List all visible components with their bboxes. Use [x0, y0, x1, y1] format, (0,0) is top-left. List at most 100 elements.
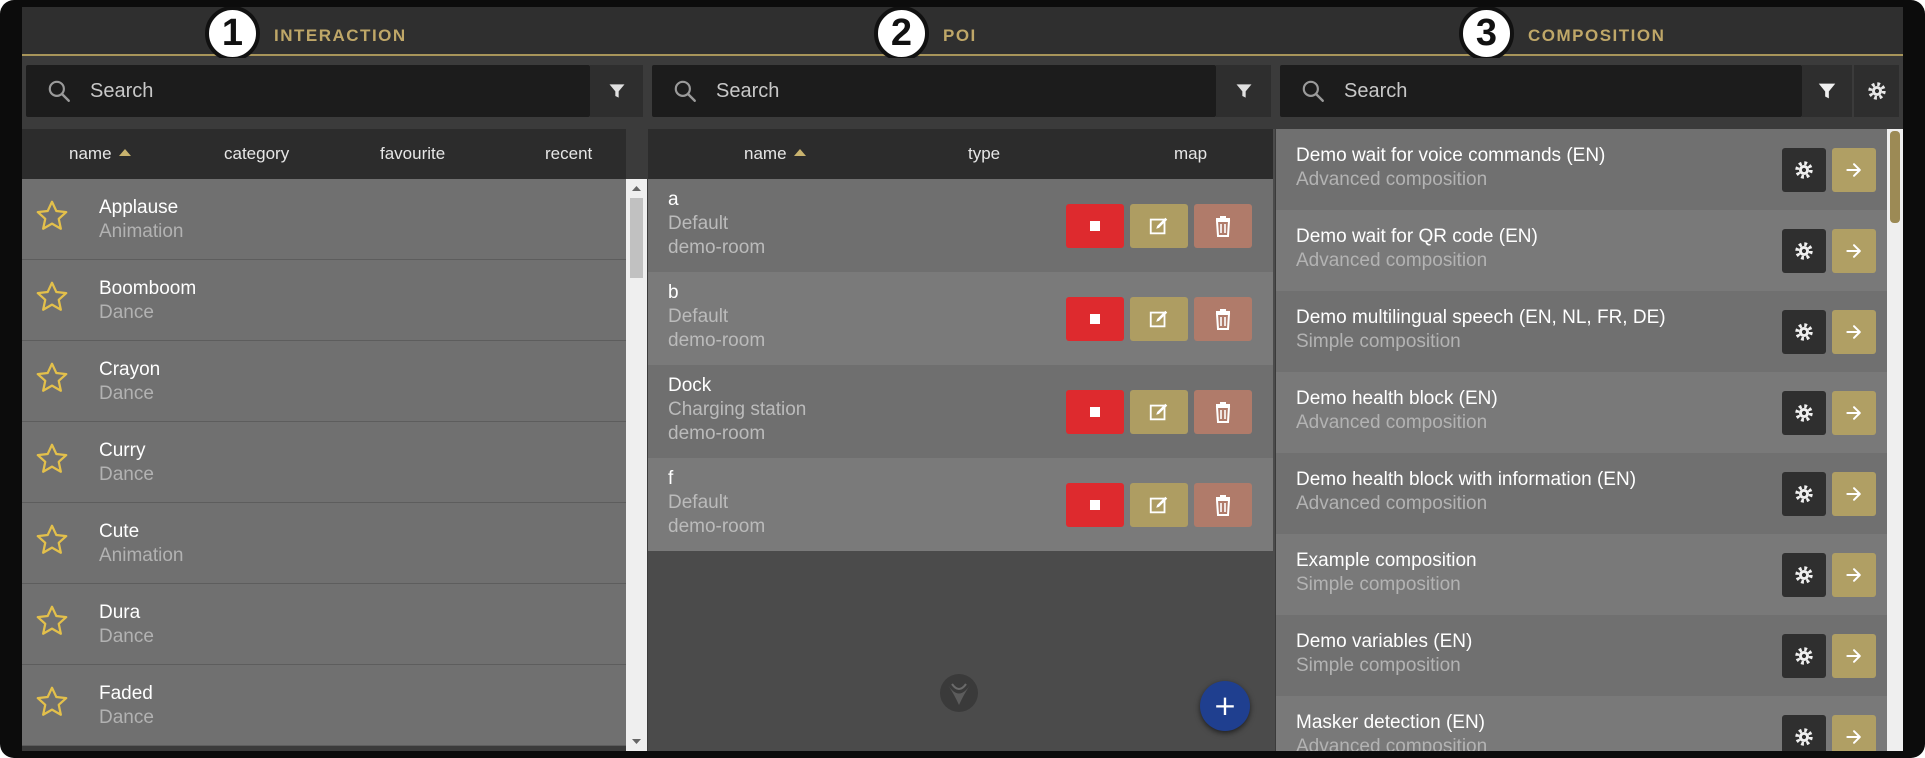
- composition-settings-button[interactable]: [1782, 229, 1826, 273]
- list-item[interactable]: Demo multilingual speech (EN, NL, FR, DE…: [1276, 291, 1887, 372]
- item-category: Dance: [99, 302, 154, 323]
- favourite-star-icon[interactable]: [34, 441, 70, 477]
- gear-icon: [1795, 242, 1813, 260]
- favourite-star-icon[interactable]: [34, 198, 70, 234]
- column-name[interactable]: name: [744, 144, 806, 164]
- app-logo-icon: [940, 674, 978, 712]
- trash-icon: [1215, 216, 1231, 237]
- item-category: Animation: [99, 221, 184, 242]
- list-item[interactable]: Faded Dance: [22, 665, 626, 746]
- composition-settings-button[interactable]: [1782, 634, 1826, 678]
- composition-settings-button[interactable]: [1782, 391, 1826, 435]
- item-name: Cute: [99, 521, 140, 542]
- stop-button[interactable]: [1066, 297, 1124, 341]
- interaction-filter-button[interactable]: [590, 65, 643, 117]
- column-name[interactable]: name: [69, 144, 131, 164]
- composition-name: Demo variables (EN): [1296, 631, 1473, 652]
- run-composition-button[interactable]: [1832, 715, 1876, 751]
- run-composition-button[interactable]: [1832, 310, 1876, 354]
- edit-button[interactable]: [1130, 204, 1188, 248]
- list-item[interactable]: Demo wait for voice commands (EN) Advance…: [1276, 129, 1887, 210]
- scroll-thumb[interactable]: [630, 198, 643, 278]
- favourite-star-icon[interactable]: [34, 522, 70, 558]
- delete-button[interactable]: [1194, 204, 1252, 248]
- arrow-right-icon: [1846, 325, 1861, 339]
- list-item[interactable]: Example composition Simple composition: [1276, 534, 1887, 615]
- list-item[interactable]: Applause Animation: [22, 179, 626, 260]
- composition-search-input[interactable]: [1344, 79, 1704, 103]
- column-type[interactable]: type: [968, 144, 1000, 164]
- favourite-star-icon[interactable]: [34, 360, 70, 396]
- favourite-star-icon[interactable]: [34, 684, 70, 720]
- trash-icon: [1215, 495, 1231, 516]
- gear-icon: [1795, 485, 1813, 503]
- delete-button[interactable]: [1194, 390, 1252, 434]
- composition-name: Demo health block with information (EN): [1296, 469, 1637, 490]
- favourite-star-icon[interactable]: [34, 603, 70, 639]
- stop-button[interactable]: [1066, 390, 1124, 434]
- favourite-star-icon[interactable]: [34, 279, 70, 315]
- run-composition-button[interactable]: [1832, 229, 1876, 273]
- edit-button[interactable]: [1130, 297, 1188, 341]
- stop-button[interactable]: [1066, 483, 1124, 527]
- interaction-search-input[interactable]: [90, 79, 450, 103]
- column-map[interactable]: map: [1174, 144, 1207, 164]
- list-item[interactable]: Demo variables (EN) Simple composition: [1276, 615, 1887, 696]
- step-number-badge: 2: [874, 7, 929, 61]
- list-item[interactable]: Dura Dance: [22, 584, 626, 665]
- plus-icon: +: [1213, 689, 1237, 722]
- composition-settings-button[interactable]: [1782, 472, 1826, 516]
- filter-icon: [1818, 83, 1836, 99]
- list-item[interactable]: Demo health block with information (EN) A…: [1276, 453, 1887, 534]
- edit-button[interactable]: [1130, 483, 1188, 527]
- poi-name: f: [668, 468, 674, 489]
- run-composition-button[interactable]: [1832, 553, 1876, 597]
- item-name: Applause: [99, 197, 179, 218]
- search-icon: [1302, 80, 1324, 102]
- composition-settings-button[interactable]: [1782, 310, 1826, 354]
- step-number-badge: 3: [1459, 7, 1514, 61]
- delete-button[interactable]: [1194, 297, 1252, 341]
- composition-filter-button[interactable]: [1802, 65, 1852, 117]
- interaction-scrollbar[interactable]: [626, 179, 647, 751]
- poi-map: demo-room: [668, 237, 766, 258]
- list-item[interactable]: Curry Dance: [22, 422, 626, 503]
- list-item[interactable]: Crayon Dance: [22, 341, 626, 422]
- gear-icon: [1867, 82, 1886, 100]
- run-composition-button[interactable]: [1832, 391, 1876, 435]
- trash-icon: [1215, 309, 1231, 330]
- scroll-thumb[interactable]: [1890, 131, 1900, 223]
- add-poi-button[interactable]: +: [1200, 681, 1250, 731]
- list-item[interactable]: a Default demo-room: [648, 179, 1273, 272]
- list-item[interactable]: Masker detection (EN) Advanced compositio…: [1276, 696, 1887, 751]
- list-item[interactable]: f Default demo-room: [648, 458, 1273, 551]
- list-item[interactable]: Demo wait for QR code (EN) Advanced compo…: [1276, 210, 1887, 291]
- composition-name: Masker detection (EN): [1296, 712, 1486, 733]
- column-recent[interactable]: recent: [545, 144, 592, 164]
- run-composition-button[interactable]: [1832, 148, 1876, 192]
- composition-settings-button[interactable]: [1854, 65, 1899, 117]
- run-composition-button[interactable]: [1832, 472, 1876, 516]
- column-favourite[interactable]: favourite: [380, 144, 445, 164]
- composition-type: Simple composition: [1296, 655, 1461, 676]
- poi-filter-button[interactable]: [1216, 65, 1271, 117]
- composition-settings-button[interactable]: [1782, 148, 1826, 192]
- stop-button[interactable]: [1066, 204, 1124, 248]
- list-item[interactable]: Demo health block (EN) Advanced compositi…: [1276, 372, 1887, 453]
- poi-search-input[interactable]: [716, 79, 1076, 103]
- run-composition-button[interactable]: [1832, 634, 1876, 678]
- composition-scrollbar[interactable]: [1887, 129, 1903, 751]
- delete-button[interactable]: [1194, 483, 1252, 527]
- gear-icon: [1795, 566, 1813, 584]
- composition-settings-button[interactable]: [1782, 715, 1826, 751]
- edit-button[interactable]: [1130, 390, 1188, 434]
- poi-map: demo-room: [668, 423, 766, 444]
- list-item[interactable]: b Default demo-room: [648, 272, 1273, 365]
- composition-settings-button[interactable]: [1782, 553, 1826, 597]
- scroll-up-icon[interactable]: [626, 181, 647, 195]
- list-item[interactable]: Boomboom Dance: [22, 260, 626, 341]
- list-item[interactable]: Dock Charging station demo-room: [648, 365, 1273, 458]
- scroll-down-icon[interactable]: [626, 735, 647, 749]
- column-category[interactable]: category: [224, 144, 289, 164]
- list-item[interactable]: Cute Animation: [22, 503, 626, 584]
